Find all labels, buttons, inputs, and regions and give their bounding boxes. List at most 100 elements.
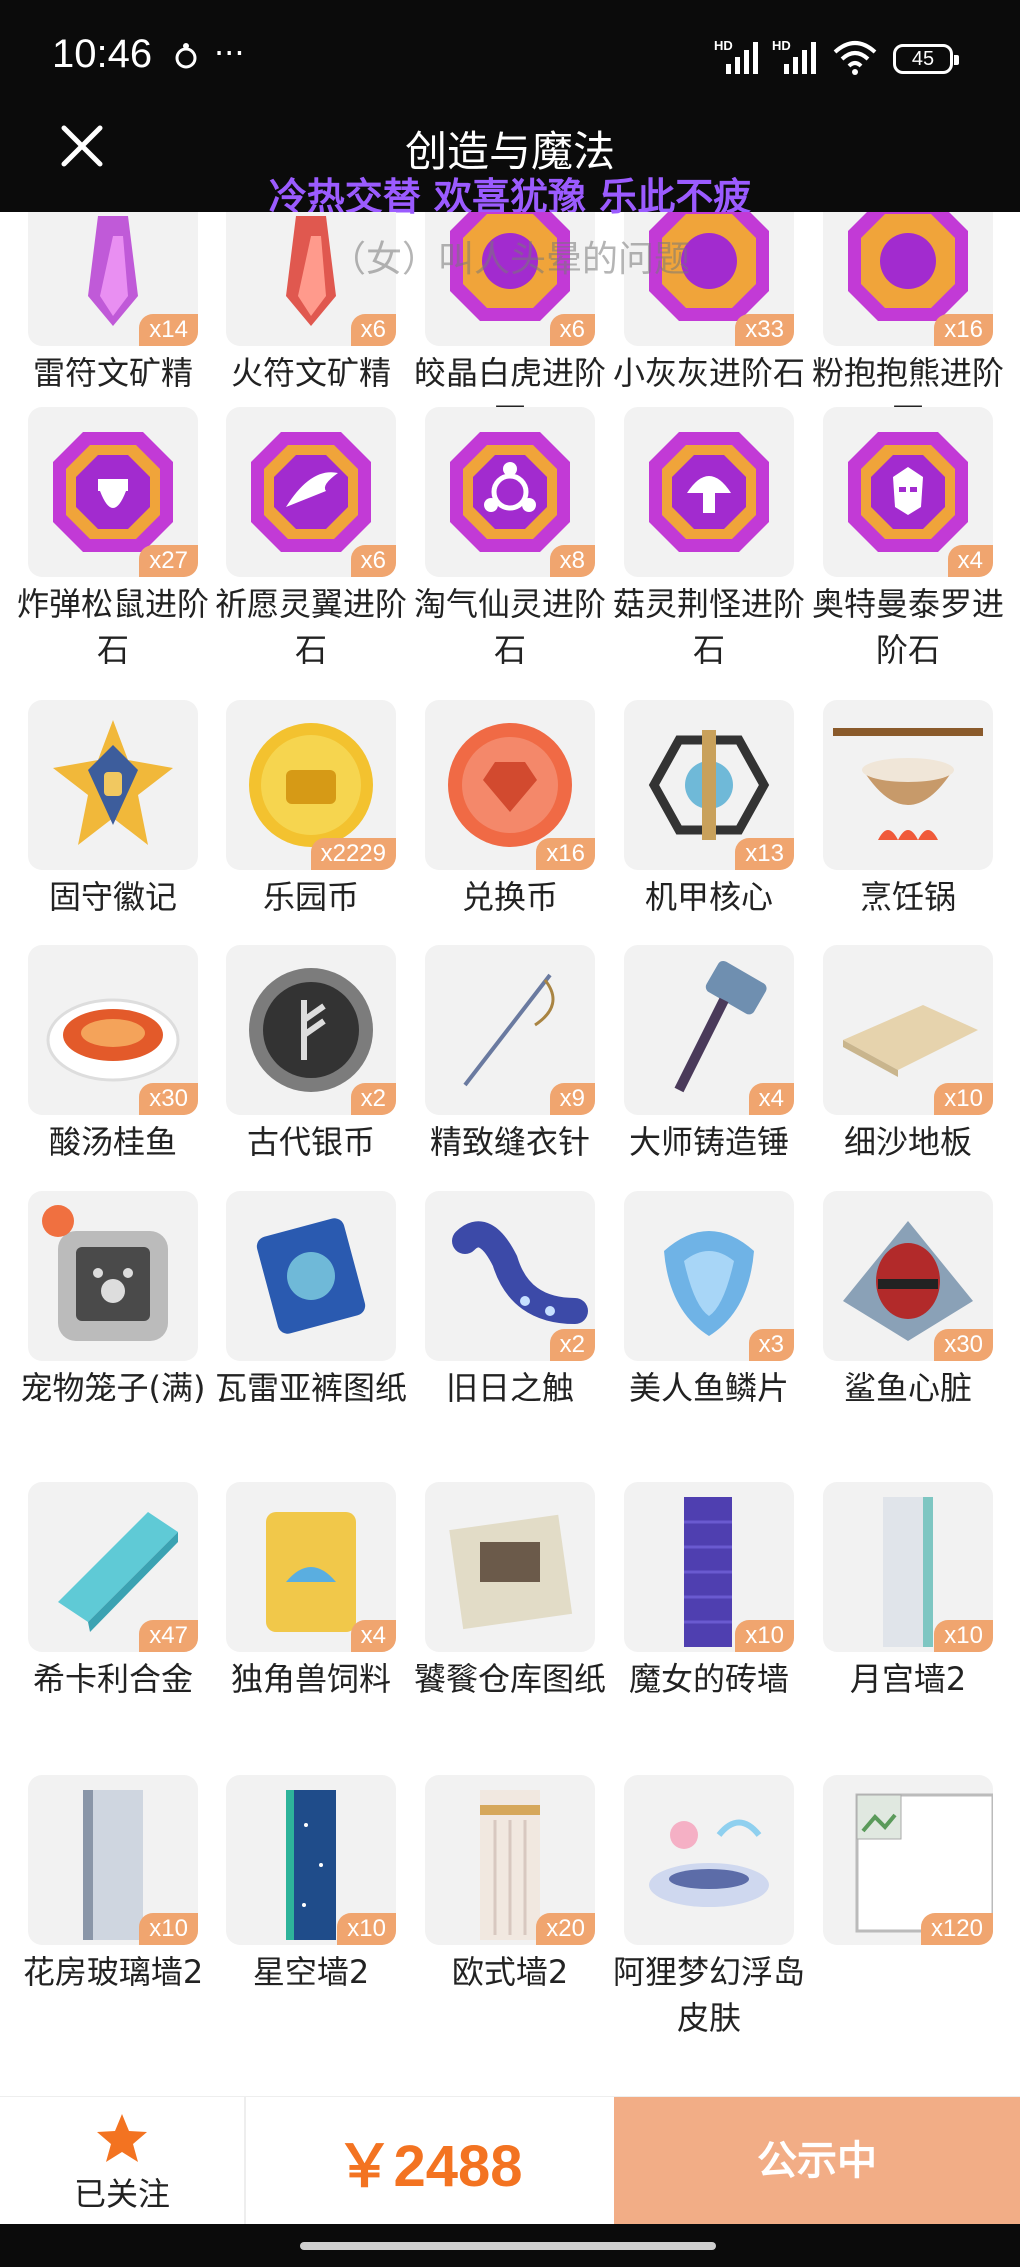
item-thumbnail: x13 — [624, 700, 794, 870]
bottom-action-bar: 已关注 ￥2488 公示中 — [0, 2096, 1020, 2225]
follow-button[interactable]: 已关注 — [0, 2097, 246, 2225]
item-thumbnail — [425, 1482, 595, 1652]
quantity-badge: x9 — [549, 1083, 595, 1115]
item-card[interactable]: x4 独角兽饲料 — [226, 1482, 396, 1702]
page-header: 创造与魔法 冷热交替 欢喜犹豫 乐此不疲 — [0, 110, 1020, 219]
item-name: 菇灵荆怪进阶石 — [612, 585, 805, 669]
price-label: ￥2488 — [335, 2134, 523, 2199]
item-card[interactable]: x10 星空墙2 — [226, 1775, 396, 1995]
quantity-badge: x2 — [350, 1083, 396, 1115]
quantity-badge: x47 — [139, 1620, 198, 1652]
item-thumbnail: x10 — [28, 1775, 198, 1945]
item-name: 机甲核心 — [644, 878, 773, 916]
item-card[interactable]: x27 炸弹松鼠进阶石 — [17, 407, 209, 673]
item-grid: x14雷符文矿精x6火符文矿精x6皎晶白虎进阶石x33小灰灰进阶石x16粉抱抱熊… — [0, 212, 1020, 2062]
item-card[interactable]: 宠物笼子(满) — [21, 1191, 205, 1411]
item-card[interactable]: x6 祈愿灵翼进阶石 — [215, 407, 407, 673]
item-card[interactable]: 饕餮仓库图纸 — [414, 1482, 606, 1702]
system-nav-bar — [0, 2224, 1020, 2267]
item-card[interactable]: x47 希卡利合金 — [28, 1482, 198, 1702]
status-time: 10:46 — [52, 32, 153, 76]
item-card[interactable]: x3 美人鱼鳞片 — [624, 1191, 794, 1411]
item-card[interactable]: 固守徽记 — [28, 700, 198, 920]
item-name: 精致缝衣针 — [429, 1123, 590, 1161]
item-thumbnail: x9 — [425, 945, 595, 1115]
item-card[interactable]: x30 鲨鱼心脏 — [823, 1191, 993, 1411]
item-thumbnail: x10 — [823, 1482, 993, 1652]
item-thumbnail — [823, 700, 993, 870]
item-thumbnail — [28, 1191, 198, 1361]
item-name: 月宫墙2 — [849, 1660, 967, 1698]
item-card[interactable]: x10 花房玻璃墙2 — [23, 1775, 203, 1995]
item-card[interactable]: x10 魔女的砖墙 — [624, 1482, 794, 1702]
item-name: 小灰灰进阶石 — [612, 354, 805, 392]
item-name: 酸汤桂鱼 — [48, 1123, 177, 1161]
item-card[interactable]: x4 奥特曼泰罗进阶石 — [812, 407, 1004, 673]
item-card[interactable]: x120 — [823, 1775, 993, 1945]
item-thumbnail: x27 — [28, 407, 198, 577]
item-card[interactable]: x30 酸汤桂鱼 — [28, 945, 198, 1165]
quantity-badge: x6 — [350, 545, 396, 577]
publish-status-button[interactable]: 公示中 — [614, 2097, 1020, 2225]
app-notification-icon — [175, 43, 197, 69]
quantity-badge: x3 — [748, 1329, 794, 1361]
item-thumbnail — [624, 1775, 794, 1945]
quantity-badge: x10 — [934, 1083, 993, 1115]
item-name: 宠物笼子(满) — [20, 1369, 206, 1407]
item-thumbnail: x2 — [226, 945, 396, 1115]
floating-island-icon — [649, 1819, 769, 1907]
quantity-badge: x120 — [920, 1913, 993, 1945]
item-card[interactable]: x8 淘气仙灵进阶石 — [414, 407, 606, 673]
item-name: 烹饪锅 — [859, 878, 956, 916]
item-card[interactable]: x10 细沙地板 — [823, 945, 993, 1165]
battery-icon: 45 — [893, 44, 959, 74]
item-card[interactable]: 阿狸梦幻浮岛皮肤 — [613, 1775, 805, 2041]
item-card[interactable]: 瓦雷亚裤图纸 — [215, 1191, 407, 1411]
item-card[interactable]: x2 古代银币 — [226, 945, 396, 1165]
item-name: 花房玻璃墙2 — [22, 1953, 204, 1991]
item-thumbnail — [624, 407, 794, 577]
item-card[interactable]: x10 月宫墙2 — [823, 1482, 993, 1702]
item-thumbnail: x2 — [425, 1191, 595, 1361]
quantity-badge: x2 — [549, 1329, 595, 1361]
cooking-pot-icon — [833, 728, 983, 840]
item-thumbnail: x8 — [425, 407, 595, 577]
warehouse-blueprint-icon — [449, 1514, 573, 1630]
item-thumbnail: x16 — [425, 700, 595, 870]
item-card[interactable]: x4 大师铸造锤 — [624, 945, 794, 1165]
item-name: 古代银币 — [246, 1123, 375, 1161]
item-card[interactable]: x9 精致缝衣针 — [425, 945, 595, 1165]
item-thumbnail — [28, 700, 198, 870]
quantity-badge: x30 — [934, 1329, 993, 1361]
follow-label: 已关注 — [73, 2175, 170, 2213]
mushroom-stone-icon — [649, 432, 769, 552]
quantity-badge: x10 — [337, 1913, 396, 1945]
item-card[interactable]: x20 欧式墙2 — [425, 1775, 595, 1995]
item-card[interactable]: x2229 乐园币 — [226, 700, 396, 920]
item-card[interactable]: x16 兑换币 — [425, 700, 595, 920]
item-thumbnail: x10 — [226, 1775, 396, 1945]
quantity-badge: x4 — [350, 1620, 396, 1652]
signal-icon-2 — [784, 40, 820, 74]
signal-icon — [726, 40, 762, 74]
quantity-badge: x10 — [735, 1620, 794, 1652]
quantity-badge: x27 — [139, 545, 198, 577]
quantity-badge: x16 — [934, 314, 993, 346]
item-name: 火符文矿精 — [230, 354, 391, 392]
home-indicator[interactable] — [300, 2242, 716, 2250]
item-thumbnail: x4 — [624, 945, 794, 1115]
item-name: 希卡利合金 — [32, 1660, 193, 1698]
item-card[interactable]: x13 机甲核心 — [624, 700, 794, 920]
item-name: 瓦雷亚裤图纸 — [214, 1369, 407, 1407]
item-name: 炸弹松鼠进阶石 — [16, 585, 209, 669]
item-card[interactable]: x2 旧日之触 — [425, 1191, 595, 1411]
item-name: 阿狸梦幻浮岛皮肤 — [612, 1953, 805, 2037]
quantity-badge: x14 — [139, 314, 198, 346]
item-thumbnail — [226, 1191, 396, 1361]
item-thumbnail: x20 — [425, 1775, 595, 1945]
item-name: 独角兽饲料 — [230, 1660, 391, 1698]
item-name: 奥特曼泰罗进阶石 — [811, 585, 1004, 669]
item-thumbnail: x30 — [823, 1191, 993, 1361]
item-card[interactable]: 烹饪锅 — [823, 700, 993, 920]
item-card[interactable]: 菇灵荆怪进阶石 — [613, 407, 805, 673]
